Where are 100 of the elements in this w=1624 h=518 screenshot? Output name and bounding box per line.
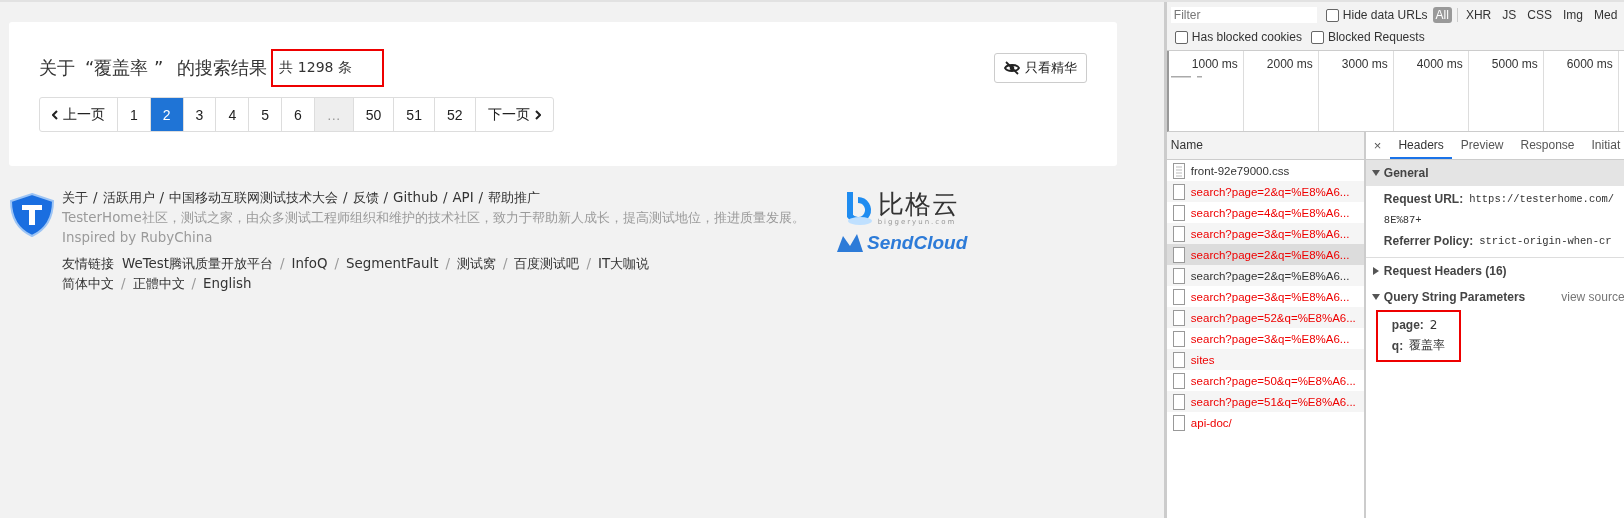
separator: /	[478, 189, 484, 207]
param-value: 覆盖率	[1409, 337, 1446, 354]
page-link[interactable]: 51	[393, 98, 434, 131]
friend-link[interactable]: WeTest腾讯质量开放平台	[122, 254, 274, 274]
panel-tab[interactable]: Response	[1520, 132, 1575, 159]
separator: /	[445, 255, 450, 273]
language-link[interactable]: English	[203, 274, 252, 294]
section-header[interactable]: Request Headers (16)	[1365, 257, 1624, 284]
request-row[interactable]: search?page=51&q=%E8%A6...	[1166, 391, 1364, 412]
friend-link[interactable]: 百度测试吧	[514, 254, 580, 274]
footer-link[interactable]: 帮助推广	[488, 188, 541, 208]
friend-link[interactable]: InfoQ	[291, 254, 328, 274]
field-value: 8E%87+	[1383, 213, 1422, 226]
sponsor-name: SendCloud	[867, 232, 968, 254]
blank-file-icon	[1172, 267, 1185, 284]
page-link[interactable]: 2	[149, 98, 183, 131]
site-description: TesterHome社区，测试之家，由众多测试工程师组织和维护的技术社区，致力于帮助新人成长，提高测试地位，推进质量发展。Inspired by RubyChina	[62, 209, 806, 247]
timeline-tick: 2000 ms	[1243, 51, 1319, 131]
chevron-left-icon	[52, 109, 58, 120]
separator: /	[343, 189, 348, 207]
shield-logo-icon	[9, 192, 55, 238]
language-link[interactable]: 正體中文	[132, 274, 185, 294]
request-row[interactable]: search?page=2&q=%E8%A6...	[1166, 181, 1364, 202]
friend-link[interactable]: SegmentFault	[346, 254, 439, 274]
previous-page-link[interactable]: 上一页	[40, 98, 117, 131]
param-name: page:	[1391, 317, 1424, 332]
checkbox-option[interactable]: Hide data URLs	[1325, 8, 1428, 22]
page-link[interactable]: 50	[352, 98, 394, 131]
friend-link[interactable]: IT大咖说	[597, 254, 650, 274]
request-row[interactable]: search?page=3&q=%E8%A6...	[1166, 223, 1364, 244]
blank-file-icon	[1172, 204, 1185, 221]
blank-file-icon	[1172, 309, 1185, 326]
type-filter-button[interactable]: JS	[1499, 7, 1520, 23]
param-value: 2	[1429, 317, 1438, 332]
blank-file-icon	[1172, 225, 1185, 242]
section-header[interactable]: General	[1365, 160, 1624, 186]
separator: /	[442, 189, 448, 207]
blank-file-icon	[1172, 351, 1185, 368]
excellent-only-button[interactable]: 只看精华	[994, 53, 1087, 83]
eye-slash-icon	[1004, 61, 1020, 75]
triangle-down-icon	[1371, 169, 1380, 177]
separator: /	[280, 255, 285, 273]
request-row[interactable]: search?page=52&q=%E8%A6...	[1166, 307, 1364, 328]
page-link[interactable]: 1	[117, 98, 150, 131]
triangle-down-icon	[1371, 293, 1380, 301]
filter-field[interactable]: Filter	[1170, 7, 1317, 23]
heading-text: 关于	[39, 56, 75, 80]
search-query: “覆盖率 ”	[85, 56, 164, 80]
page-link[interactable]: 52	[433, 98, 475, 131]
friend-link[interactable]: 测试窝	[456, 254, 496, 274]
view-source-link[interactable]: view source	[1561, 290, 1624, 304]
separator: /	[502, 255, 508, 273]
request-row[interactable]: search?page=2&q=%E8%A6...	[1166, 265, 1364, 286]
footer-link[interactable]: Github	[393, 188, 438, 208]
footer-link[interactable]: 活跃用户	[102, 188, 155, 208]
field-value: https://testerhome.com/	[1469, 192, 1615, 205]
footer-link[interactable]: 反馈	[352, 188, 379, 208]
type-filter-button[interactable]: XHR	[1462, 7, 1495, 23]
friend-links-label: 友情链接	[62, 255, 114, 273]
section-header[interactable]: Query String Parameters view source	[1365, 284, 1624, 310]
field-value: strict-origin-when-cr	[1479, 234, 1612, 247]
timeline-tick: 5000 ms	[1468, 51, 1544, 131]
checkbox[interactable]	[1174, 30, 1188, 44]
blank-file-icon	[1172, 372, 1185, 389]
page-link[interactable]: 5	[248, 98, 281, 131]
checkbox[interactable]	[1325, 8, 1339, 22]
type-filter-button[interactable]: CSS	[1524, 7, 1555, 23]
waterfall-bars-drawing	[1170, 75, 1203, 79]
param-name: q:	[1391, 338, 1404, 353]
language-link[interactable]: 简体中文	[62, 274, 114, 294]
separator: /	[334, 255, 339, 273]
footer-link[interactable]: 关于	[62, 188, 88, 208]
blank-file-icon	[1172, 393, 1185, 410]
separator: /	[159, 189, 165, 207]
blank-file-icon	[1172, 288, 1185, 305]
timeline-tick: 6000 ms	[1543, 51, 1619, 131]
separator: /	[121, 275, 126, 293]
field-name: Request URL:	[1383, 191, 1464, 206]
panel-tab[interactable]: Initiat	[1591, 132, 1621, 159]
page-link[interactable]: 4	[215, 98, 249, 131]
checkbox[interactable]	[1310, 30, 1324, 44]
page-link[interactable]: 3	[182, 98, 216, 131]
close-button[interactable]: ×	[1373, 138, 1382, 153]
column-header[interactable]: Name	[1166, 132, 1364, 160]
request-row[interactable]: sites	[1166, 349, 1364, 370]
next-page-link[interactable]: 下一页	[474, 98, 553, 131]
sponsor-name: 比格云	[877, 190, 959, 218]
blank-file-icon	[1172, 183, 1185, 200]
footer-link[interactable]: API	[452, 188, 474, 208]
page-link[interactable]: 6	[281, 98, 314, 131]
footer-link[interactable]: 中国移动互联网测试技术大会	[169, 188, 339, 208]
field-name: Referrer Policy:	[1383, 233, 1474, 248]
sponsor-logo[interactable]: SendCloud	[837, 232, 968, 254]
type-filter-button[interactable]: Med	[1590, 7, 1621, 23]
separator: /	[93, 189, 98, 207]
mountain-logo-icon	[837, 234, 863, 252]
checkbox-label: Hide data URLs	[1342, 8, 1428, 22]
type-filter-button[interactable]: Img	[1559, 7, 1586, 23]
panel-tab[interactable]: Preview	[1460, 132, 1504, 159]
timeline-tick: 3000 ms	[1318, 51, 1394, 131]
